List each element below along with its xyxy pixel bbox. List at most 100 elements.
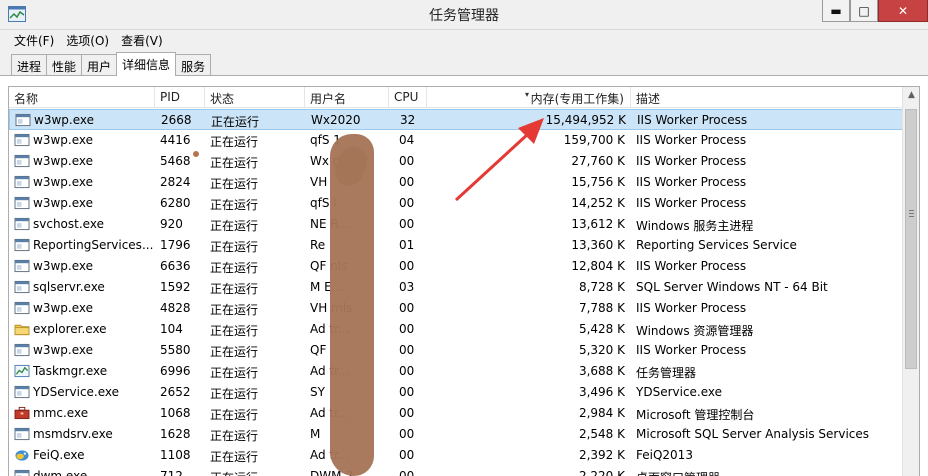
annotation-arrow-icon: [454, 118, 544, 202]
cell-name: msmdsrv.exe: [33, 427, 113, 441]
cell-description: Windows 资源管理器: [636, 324, 754, 338]
close-button[interactable]: ✕: [878, 0, 928, 22]
process-folder-icon: [14, 324, 30, 336]
cell-cpu: 01: [399, 238, 415, 252]
column-header-user[interactable]: 用户名: [305, 87, 389, 108]
column-header-status[interactable]: 状态: [205, 87, 305, 108]
table-row[interactable]: ReportingServices... 1796 正在运行 Re 01 13,360 K…: [9, 235, 903, 256]
table-row[interactable]: Taskmgr.exe6996正在运行Ad tr...003,688 K任务管理…: [9, 361, 903, 382]
cell-name: w3wp.exe: [33, 343, 93, 357]
cell-description: IIS Worker Process: [636, 301, 747, 315]
cell-memory: 3,688 K: [578, 364, 625, 378]
menu-view[interactable]: 查看(V): [115, 30, 169, 51]
cell-pid: 1068: [160, 406, 191, 420]
column-header-pid[interactable]: PID: [155, 87, 205, 108]
cell-status: 正在运行: [211, 115, 260, 129]
cell-cpu: 00: [399, 427, 415, 441]
tab-users[interactable]: 用户: [81, 54, 118, 75]
cell-memory: 13,360 K: [571, 238, 625, 252]
cell-cpu: 00: [399, 154, 415, 168]
cell-name: FeiQ.exe: [33, 448, 85, 462]
cell-pid: 920: [160, 217, 183, 231]
cell-pid: 104: [160, 322, 183, 336]
process-window-icon: [14, 280, 30, 294]
cell-description: IIS Worker Process: [636, 175, 747, 189]
vertical-scrollbar[interactable]: ▲: [902, 87, 919, 476]
cell-description: SQL Server Windows NT - 64 Bit: [636, 280, 828, 294]
cell-description: IIS Worker Process: [636, 154, 747, 168]
cell-memory: 12,804 K: [571, 259, 625, 273]
cell-status: 正在运行: [210, 324, 259, 338]
cell-name: sqlservr.exe: [33, 280, 105, 294]
table-row[interactable]: svchost.exe920正在运行NE R...0013,612 KWindo…: [9, 214, 903, 235]
scrollbar-thumb[interactable]: [905, 109, 917, 369]
cell-cpu: 00: [399, 196, 415, 210]
cell-pid: 6996: [160, 364, 191, 378]
cell-pid: 1108: [160, 448, 191, 462]
table-row[interactable]: YDService.exe 2652 正在运行 SY 00 3,496 K YDServic…: [9, 382, 903, 403]
cell-cpu: 00: [399, 175, 415, 189]
cell-description: IIS Worker Process: [636, 196, 747, 210]
process-window-icon: [14, 469, 30, 476]
cell-description: IIS Worker Process: [636, 259, 747, 273]
cell-cpu: 00: [399, 301, 415, 315]
table-row[interactable]: w3wp.exe 5580 正在运行 QF 00 5,320 K IIS Worker Pr…: [9, 340, 903, 361]
tab-bar: 进程 性能 用户 详细信息 服务: [0, 51, 928, 76]
column-header-row: 名称 PID 状态 用户名 CPU 内存(专用工作集) ▾ 描述: [9, 87, 903, 108]
cell-pid: 1796: [160, 238, 191, 252]
cell-cpu: 03: [399, 280, 415, 294]
minimize-button[interactable]: ▬: [822, 0, 850, 22]
table-row[interactable]: msmdsrv.exe 1628 正在运行 M 00 2,548 K Microsoft S…: [9, 424, 903, 445]
cell-memory: 2,548 K: [578, 427, 625, 441]
scroll-up-icon[interactable]: ▲: [903, 87, 919, 104]
table-row[interactable]: FeiQ.exe1108正在运行Ad tr...002,392 KFeiQ201…: [9, 445, 903, 466]
cell-description: Windows 服务主进程: [636, 219, 754, 233]
cell-pid: 6280: [160, 196, 191, 210]
process-window-icon: [14, 301, 30, 315]
cell-cpu: 32: [400, 113, 416, 127]
cell-memory: 3,496 K: [578, 385, 625, 399]
cell-cpu: 00: [399, 343, 415, 357]
process-window-icon: [14, 259, 30, 273]
table-row[interactable]: sqlservr.exe 1592 正在运行 M E... 03 8,728 K SQL S…: [9, 277, 903, 298]
cell-status: 正在运行: [210, 156, 259, 170]
cell-status: 正在运行: [210, 466, 305, 476]
process-window-icon: [14, 175, 30, 189]
table-row[interactable]: mmc.exe1068正在运行Ad tr...002,984 KMicrosof…: [9, 403, 903, 424]
annotation-dot: [193, 151, 199, 157]
cell-cpu: 00: [399, 406, 415, 420]
cell-description: 任务管理器: [636, 366, 697, 380]
cell-pid: 5580: [160, 343, 191, 357]
cell-memory: 2,220 K: [578, 469, 625, 476]
table-row[interactable]: dwm.exe712正在运行DWM-2002,220 K桌面窗口管理器: [9, 466, 903, 476]
cell-status: 正在运行: [210, 429, 259, 443]
cell-cpu: 00: [399, 448, 415, 462]
tab-services[interactable]: 服务: [175, 54, 212, 75]
column-header-name[interactable]: 名称: [9, 87, 155, 108]
menu-file[interactable]: 文件(F): [8, 30, 60, 51]
cell-status: 正在运行: [210, 303, 259, 317]
cell-status: 正在运行: [210, 387, 259, 401]
cell-cpu: 04: [399, 133, 415, 147]
cell-status: 正在运行: [210, 366, 259, 380]
tab-processes[interactable]: 进程: [11, 54, 48, 75]
window-title: 任务管理器: [429, 8, 499, 24]
table-row[interactable]: w3wp.exe4828正在运行VH mls007,788 KIIS Worke…: [9, 298, 903, 319]
table-row[interactable]: w3wp.exe 6636 正在运行 QF nls 00 12,804 K IIS Work…: [9, 256, 903, 277]
tab-performance[interactable]: 性能: [46, 54, 83, 75]
process-bird-icon: [15, 450, 29, 461]
close-icon: ✕: [897, 3, 909, 18]
menu-options[interactable]: 选项(O): [60, 30, 115, 51]
title-bar: 任务管理器 ▬ □ ✕: [0, 0, 928, 30]
tab-details[interactable]: 详细信息: [116, 52, 177, 76]
column-header-cpu[interactable]: CPU: [389, 87, 427, 108]
cell-memory: 5,428 K: [578, 322, 625, 336]
table-row[interactable]: explorer.exe104正在运行Ad tr...005,428 KWind…: [9, 319, 903, 340]
column-header-description[interactable]: 描述: [631, 87, 903, 108]
cell-cpu: 00: [399, 469, 415, 476]
cell-status: 正在运行: [210, 261, 259, 275]
cell-name: Taskmgr.exe: [33, 364, 108, 378]
cell-status: 正在运行: [210, 135, 259, 149]
process-window-icon: [14, 196, 30, 210]
maximize-button[interactable]: □: [850, 0, 878, 22]
